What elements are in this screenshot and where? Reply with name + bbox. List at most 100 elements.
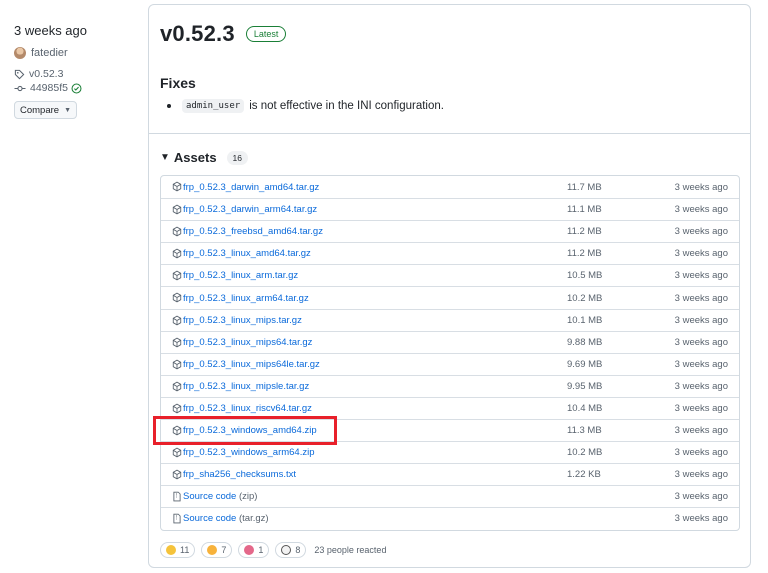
asset-link[interactable]: frp_0.52.3_linux_mips64le.tar.gz — [183, 359, 320, 370]
asset-format[interactable]: (zip) — [239, 491, 257, 502]
asset-name[interactable]: frp_0.52.3_linux_mips64le.tar.gz — [183, 359, 320, 370]
asset-link[interactable]: frp_0.52.3_linux_mips.tar.gz — [183, 315, 302, 326]
asset-link[interactable]: frp_0.52.3_linux_mipsle.tar.gz — [183, 381, 309, 392]
asset-size: 9.88 MB — [567, 336, 603, 348]
package-icon — [172, 381, 182, 395]
compare-label: Compare — [19, 104, 60, 116]
tag-name[interactable]: v0.52.3 — [29, 68, 63, 80]
asset-time: 3 weeks ago — [674, 181, 728, 193]
file-zip-icon — [172, 491, 182, 505]
asset-row[interactable]: Source code (tar.gz) 3 weeks ago — [161, 507, 739, 529]
asset-size: 10.2 MB — [567, 292, 603, 304]
asset-name[interactable]: frp_0.52.3_windows_arm64.zip — [183, 447, 315, 458]
package-icon — [172, 425, 182, 439]
asset-row[interactable]: Source code (zip) 3 weeks ago — [161, 485, 739, 507]
caret-down-icon[interactable]: ▼ — [160, 152, 170, 163]
commit-sha[interactable]: 44985f5 — [30, 82, 68, 94]
asset-row[interactable]: frp_0.52.3_linux_amd64.tar.gz 11.2 MB 3 we… — [161, 242, 739, 264]
reaction-thumbs-up[interactable]: 11 — [160, 542, 196, 558]
asset-name[interactable]: frp_0.52.3_darwin_amd64.tar.gz — [183, 182, 319, 193]
release-title[interactable]: v0.52.3 — [160, 21, 235, 47]
asset-size: 11.7 MB — [567, 181, 602, 193]
asset-row[interactable]: frp_sha256_checksums.txt 1.22 KB 3 weeks a… — [161, 463, 739, 485]
asset-row[interactable]: frp_0.52.3_linux_mips.tar.gz 10.1 MB 3 wee… — [161, 308, 739, 331]
verified-check-icon[interactable] — [71, 83, 82, 94]
chevron-down-icon: ▼ — [64, 106, 71, 114]
asset-row[interactable]: frp_0.52.3_windows_amd64.zip 11.3 MB 3 wee… — [161, 419, 739, 441]
asset-link[interactable]: frp_0.52.3_darwin_amd64.tar.gz — [183, 182, 319, 193]
tag-icon — [14, 69, 25, 79]
asset-name[interactable]: Source code — [183, 513, 236, 524]
asset-name[interactable]: frp_0.52.3_linux_mipsle.tar.gz — [183, 381, 309, 392]
asset-row[interactable]: frp_0.52.3_linux_arm.tar.gz 10.5 MB 3 week… — [161, 264, 739, 286]
asset-link[interactable]: frp_sha256_checksums.txt — [183, 469, 296, 480]
tag-link[interactable]: v0.52.3 — [14, 67, 134, 81]
asset-row[interactable]: frp_0.52.3_linux_riscv64.tar.gz 10.4 MB 3 … — [161, 396, 739, 419]
asset-name[interactable]: frp_0.52.3_windows_amd64.zip — [183, 425, 317, 436]
asset-row[interactable]: frp_0.52.3_darwin_amd64.tar.gz 11.7 MB 3 w… — [161, 176, 739, 198]
author-name[interactable]: fatedier — [31, 47, 68, 59]
asset-row[interactable]: frp_0.52.3_darwin_arm64.tar.gz 11.1 MB 3 w… — [161, 198, 739, 220]
asset-row[interactable]: frp_0.52.3_linux_mips64le.tar.gz 9.69 MB 3… — [161, 352, 739, 375]
asset-row[interactable]: frp_0.52.3_freebsd_amd64.tar.gz 11.2 MB 3 … — [161, 220, 739, 242]
asset-size: 1.22 KB — [567, 469, 601, 481]
asset-link[interactable]: frp_0.52.3_linux_mips64.tar.gz — [183, 337, 312, 348]
asset-name[interactable]: frp_0.52.3_linux_mips64.tar.gz — [183, 337, 312, 348]
asset-link[interactable]: frp_0.52.3_windows_arm64.zip — [183, 447, 315, 458]
asset-name[interactable]: frp_0.52.3_freebsd_amd64.tar.gz — [183, 226, 323, 237]
assets-toggle[interactable]: ▼ Assets 16 — [160, 150, 249, 165]
asset-link[interactable]: frp_0.52.3_linux_arm64.tar.gz — [183, 293, 309, 304]
asset-link[interactable]: frp_0.52.3_windows_amd64.zip — [183, 425, 317, 436]
asset-name[interactable]: frp_sha256_checksums.txt — [183, 469, 296, 480]
file-zip-icon — [172, 513, 182, 527]
asset-time: 3 weeks ago — [674, 425, 728, 437]
package-icon — [172, 403, 182, 417]
asset-name[interactable]: frp_0.52.3_linux_riscv64.tar.gz — [183, 403, 312, 414]
package-icon — [172, 181, 182, 195]
asset-time: 3 weeks ago — [674, 204, 728, 216]
laugh-icon — [207, 545, 218, 555]
package-icon — [172, 469, 182, 483]
asset-row[interactable]: frp_0.52.3_linux_arm64.tar.gz 10.2 MB 3 we… — [161, 286, 739, 308]
asset-name[interactable]: frp_0.52.3_linux_amd64.tar.gz — [183, 248, 311, 259]
asset-link[interactable]: frp_0.52.3_darwin_arm64.tar.gz — [183, 204, 317, 215]
asset-name[interactable]: frp_0.52.3_linux_mips.tar.gz — [183, 315, 302, 326]
asset-link[interactable]: frp_0.52.3_freebsd_amd64.tar.gz — [183, 226, 323, 237]
asset-row[interactable]: frp_0.52.3_linux_mipsle.tar.gz 9.95 MB 3 w… — [161, 374, 739, 397]
avatar[interactable] — [14, 47, 26, 59]
asset-format[interactable]: (tar.gz) — [239, 513, 269, 524]
asset-link[interactable]: Source code (zip) — [183, 491, 257, 502]
author-link[interactable]: fatedier — [14, 45, 134, 61]
asset-link[interactable]: Source code (tar.gz) — [183, 513, 269, 524]
asset-size: 11.2 MB — [567, 226, 602, 238]
reaction-count: 1 — [258, 545, 264, 555]
reactions-summary[interactable]: 23 people reacted — [314, 545, 386, 555]
assets-table: frp_0.52.3_darwin_amd64.tar.gz 11.7 MB 3 w… — [160, 175, 740, 531]
assets-title[interactable]: Assets — [174, 150, 217, 165]
asset-link[interactable]: frp_0.52.3_linux_riscv64.tar.gz — [183, 403, 312, 414]
reaction-eyes[interactable]: 8 — [275, 542, 307, 558]
asset-size: 10.1 MB — [567, 314, 603, 326]
party-icon — [244, 545, 255, 555]
asset-link[interactable]: frp_0.52.3_linux_amd64.tar.gz — [183, 248, 311, 259]
asset-row[interactable]: frp_0.52.3_windows_arm64.zip 10.2 MB 3 wee… — [161, 441, 739, 463]
asset-name[interactable]: frp_0.52.3_linux_arm.tar.gz — [183, 270, 298, 281]
release-time: 3 weeks ago — [14, 23, 87, 38]
asset-time: 3 weeks ago — [674, 380, 728, 392]
asset-link[interactable]: frp_0.52.3_linux_arm.tar.gz — [183, 270, 298, 281]
eyes-icon — [281, 545, 292, 555]
reactions-bar: 11 7 1 8 23 people reacted — [160, 542, 386, 558]
asset-name[interactable]: Source code — [183, 491, 236, 502]
asset-size: 10.4 MB — [567, 402, 603, 414]
assets-count: 16 — [226, 150, 249, 165]
asset-name[interactable]: frp_0.52.3_darwin_arm64.tar.gz — [183, 204, 317, 215]
package-icon — [172, 270, 182, 284]
asset-size: 9.95 MB — [567, 380, 603, 392]
commit-link[interactable]: 44985f5 — [14, 81, 134, 95]
asset-name[interactable]: frp_0.52.3_linux_arm64.tar.gz — [183, 293, 309, 304]
reaction-laugh[interactable]: 7 — [201, 542, 233, 558]
reaction-party[interactable]: 1 — [238, 542, 270, 558]
compare-button[interactable]: Compare ▼ — [14, 101, 77, 119]
release-sidebar: 3 weeks ago fatedier v0.52.3 44985f5 Com… — [14, 22, 134, 119]
asset-row[interactable]: frp_0.52.3_linux_mips64.tar.gz 9.88 MB 3 w… — [161, 330, 739, 353]
